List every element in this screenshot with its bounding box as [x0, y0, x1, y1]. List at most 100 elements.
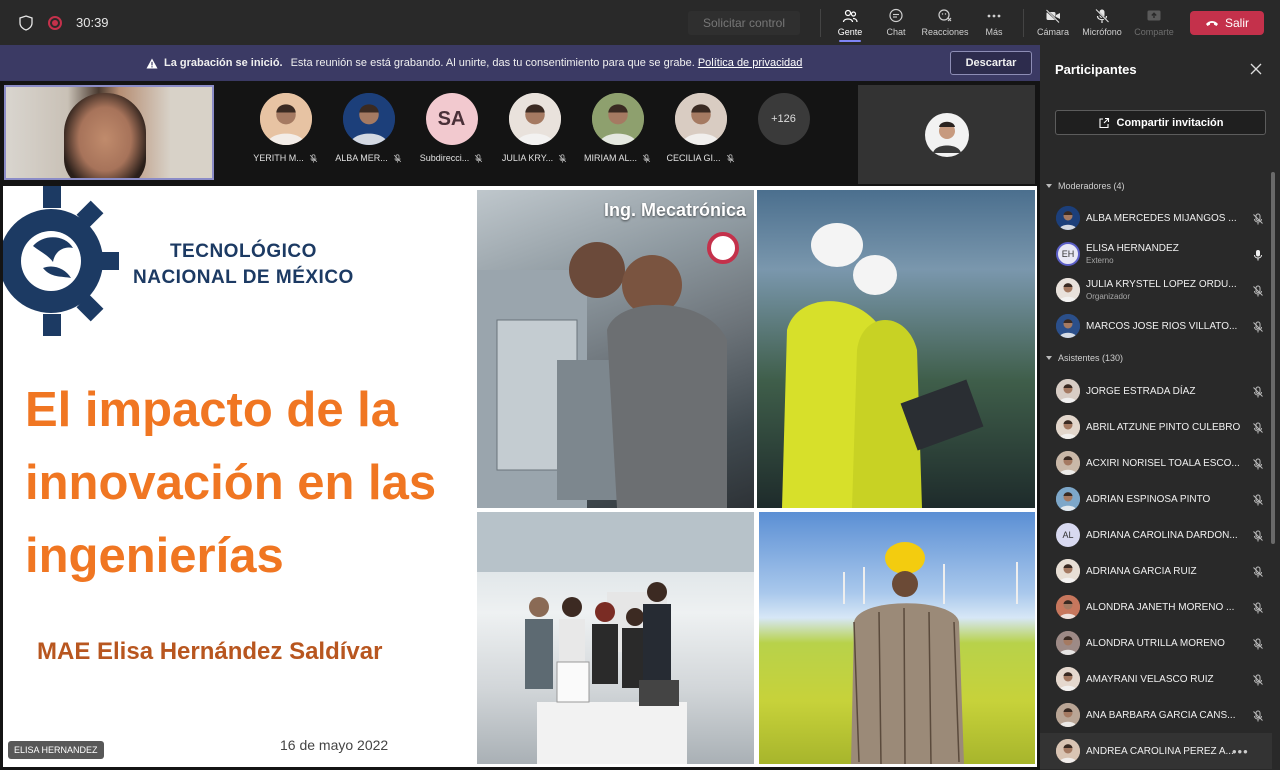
chevron-down-icon	[1046, 184, 1052, 188]
participant-row[interactable]: ALBA MERCEDES MIJANGOS ...	[1040, 200, 1272, 236]
participant-name: AMAYRANI VELASCO RUIZ	[1086, 673, 1214, 685]
participant-name: ALONDRA JANETH MORENO ...	[1086, 601, 1235, 613]
mic-button[interactable]: Micrófono	[1076, 0, 1128, 45]
share-button[interactable]: Comparte	[1128, 0, 1180, 45]
avatar: AL	[1056, 523, 1080, 547]
shield-icon[interactable]	[18, 14, 34, 31]
avatar: SA	[425, 93, 478, 145]
participant-avatar	[924, 112, 969, 157]
team-scene	[477, 512, 754, 764]
share-invite-label: Compartir invitación	[1116, 116, 1224, 129]
mic-off-icon	[1252, 529, 1264, 542]
panel-scrollbar[interactable]	[1271, 172, 1275, 544]
avatar	[1056, 703, 1080, 727]
avatar	[674, 93, 727, 145]
participant-row[interactable]: ADRIAN ESPINOSA PINTO	[1040, 481, 1272, 517]
participant-video-tile[interactable]	[858, 85, 1035, 184]
participant-row[interactable]: EH ELISA HERNANDEZ Externo	[1040, 236, 1272, 272]
chat-button[interactable]: Chat	[873, 0, 919, 45]
avatar-photo	[1056, 703, 1080, 727]
avatar	[1056, 451, 1080, 475]
avatar-initials: SA	[437, 107, 466, 130]
more-button[interactable]: Más	[971, 0, 1017, 45]
participant-row[interactable]: ANDREA CAROLINA PEREZ A... •••	[1040, 733, 1272, 769]
avatar	[342, 93, 395, 145]
dismiss-banner-button[interactable]: Descartar	[950, 51, 1032, 75]
avatar	[259, 93, 312, 145]
leave-button[interactable]: Salir	[1190, 10, 1264, 35]
participant-name: ALBA MERCEDES MIJANGOS ...	[1086, 212, 1237, 224]
participants-panel: Participantes Compartir invitación Moder…	[1040, 45, 1280, 770]
avatar	[1056, 739, 1080, 763]
strip-participant[interactable]: JULIA KRY...	[501, 93, 568, 163]
participant-row[interactable]: ANA BARBARA GARCIA CANS...	[1040, 697, 1272, 733]
participant-row[interactable]: ABRIL ATZUNE PINTO CULEBRO	[1040, 409, 1272, 445]
strip-participant[interactable]: CECILIA GI...	[666, 93, 734, 163]
slide-title: El impacto de la innovación en las ingen…	[25, 383, 437, 583]
request-control-button[interactable]: Solicitar control	[688, 10, 800, 35]
camera-off-icon	[1045, 9, 1060, 23]
avatar	[1056, 631, 1080, 655]
speaker-name-tag: ELISA HERNANDEZ	[8, 741, 104, 759]
participant-row[interactable]: ALONDRA JANETH MORENO ...	[1040, 589, 1272, 625]
share-screen-icon	[1147, 10, 1161, 21]
camera-button[interactable]: Cámara	[1030, 0, 1076, 45]
engineers-photo	[757, 190, 1035, 508]
avatar-photo	[1056, 631, 1080, 655]
mic-off-icon	[1252, 709, 1264, 722]
mechatronics-photo: Ing. Mecatrónica	[477, 190, 754, 508]
participant-name: JORGE ESTRADA DÍAZ	[1086, 385, 1196, 397]
avatar-initials: EH	[1061, 249, 1075, 259]
avatar-photo	[1056, 667, 1080, 691]
more-participants-count: +126	[757, 93, 810, 145]
share-invite-button[interactable]: Compartir invitación	[1055, 110, 1266, 135]
speaker-video-tile[interactable]	[4, 85, 214, 180]
strip-participant[interactable]: MIRIAM AL...	[584, 93, 651, 163]
strip-participant[interactable]: SA Subdirecci...	[418, 93, 485, 163]
participant-row[interactable]: JORGE ESTRADA DÍAZ	[1040, 373, 1272, 409]
avatar	[1056, 206, 1080, 230]
strip-participant[interactable]: ALBA MER...	[335, 93, 402, 163]
participant-row[interactable]: ADRIANA GARCIA RUIZ	[1040, 553, 1272, 589]
strip-participant-name: JULIA KRY...	[502, 153, 567, 163]
participant-row[interactable]: ACXIRI NORISEL TOALA ESCO...	[1040, 445, 1272, 481]
share-button-label: Comparte	[1134, 27, 1174, 37]
institution-line-2: NACIONAL DE MÉXICO	[133, 267, 354, 288]
more-options-icon[interactable]: •••	[1232, 744, 1249, 759]
reactions-button[interactable]: Reacciones	[919, 0, 971, 45]
participant-row[interactable]: JULIA KRYSTEL LOPEZ ORDU... Organizador	[1040, 272, 1272, 308]
participant-name: ANA BARBARA GARCIA CANS...	[1086, 709, 1236, 721]
participant-text: ADRIANA CAROLINA DARDON...	[1086, 530, 1238, 541]
mic-off-icon	[1252, 637, 1264, 650]
mic-off-icon	[1095, 9, 1109, 23]
participant-row[interactable]: ALONDRA UTRILLA MORENO	[1040, 625, 1272, 661]
participant-text: JORGE ESTRADA DÍAZ	[1086, 386, 1195, 397]
mic-off-icon	[642, 153, 651, 163]
participant-row[interactable]: AL ADRIANA CAROLINA DARDON...	[1040, 517, 1272, 553]
strip-participant-name: ALBA MER...	[335, 153, 402, 163]
attendees-section-toggle[interactable]: Asistentes (130)	[1046, 353, 1123, 363]
teams-meeting-window: 30:39 Solicitar control Gente Chat Reacc…	[0, 0, 1280, 770]
avatar-photo	[1056, 379, 1080, 403]
mic-off-icon	[1252, 673, 1264, 686]
participant-name: ADRIANA GARCIA RUIZ	[1086, 565, 1197, 577]
reactions-icon	[938, 9, 952, 22]
participant-text: ANDREA CAROLINA PEREZ A...	[1086, 746, 1234, 757]
strip-participant[interactable]: YERITH M...	[252, 93, 319, 163]
privacy-policy-link[interactable]: Política de privacidad	[698, 57, 803, 69]
team-photo	[477, 512, 754, 764]
participant-name-text: MIRIAM AL...	[584, 153, 638, 163]
avatar-photo	[1056, 559, 1080, 583]
mic-off-icon	[558, 153, 567, 163]
people-button[interactable]: Gente	[827, 0, 873, 45]
more-icon	[987, 14, 1001, 18]
participant-text: ACXIRI NORISEL TOALA ESCO...	[1086, 458, 1240, 469]
people-button-label: Gente	[837, 27, 863, 37]
participant-row[interactable]: AMAYRANI VELASCO RUIZ	[1040, 661, 1272, 697]
more-participants-button[interactable]: +126	[750, 93, 817, 163]
moderators-section-toggle[interactable]: Moderadores (4)	[1046, 181, 1125, 191]
warning-icon	[146, 58, 158, 68]
close-icon[interactable]	[1250, 63, 1262, 75]
tecnm-logo-icon	[3, 186, 119, 336]
participant-row[interactable]: MARCOS JOSE RIOS VILLATO...	[1040, 308, 1272, 344]
